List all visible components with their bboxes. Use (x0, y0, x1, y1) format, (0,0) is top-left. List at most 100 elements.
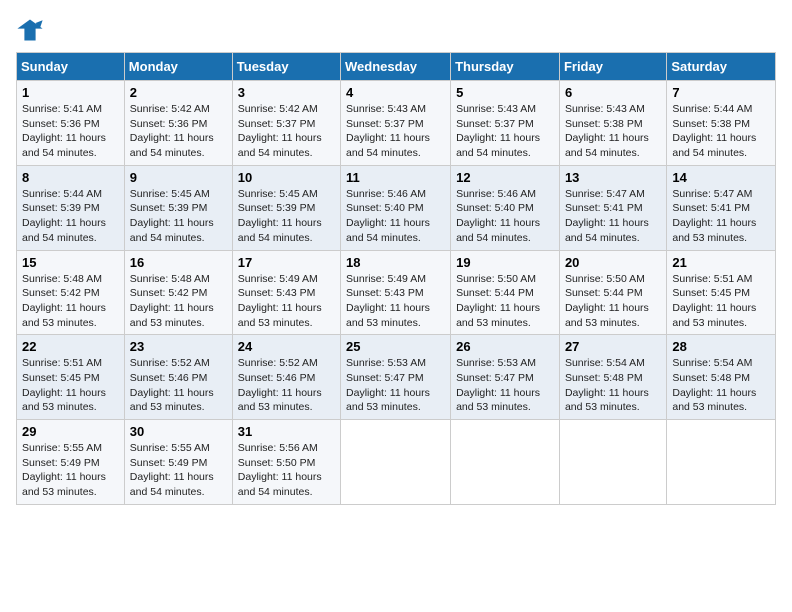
calendar-cell: 4 Sunrise: 5:43 AM Sunset: 5:37 PM Dayli… (341, 81, 451, 166)
day-number: 9 (130, 170, 227, 185)
calendar-cell: 11 Sunrise: 5:46 AM Sunset: 5:40 PM Dayl… (341, 165, 451, 250)
day-number: 4 (346, 85, 445, 100)
calendar-cell: 5 Sunrise: 5:43 AM Sunset: 5:37 PM Dayli… (451, 81, 560, 166)
calendar-cell: 1 Sunrise: 5:41 AM Sunset: 5:36 PM Dayli… (17, 81, 125, 166)
day-number: 26 (456, 339, 554, 354)
day-number: 5 (456, 85, 554, 100)
day-info: Sunrise: 5:53 AM Sunset: 5:47 PM Dayligh… (456, 356, 554, 415)
day-number: 21 (672, 255, 770, 270)
calendar-cell: 24 Sunrise: 5:52 AM Sunset: 5:46 PM Dayl… (232, 335, 340, 420)
calendar-cell: 12 Sunrise: 5:46 AM Sunset: 5:40 PM Dayl… (451, 165, 560, 250)
calendar-row-week-4: 22 Sunrise: 5:51 AM Sunset: 5:45 PM Dayl… (17, 335, 776, 420)
day-number: 8 (22, 170, 119, 185)
calendar-cell: 14 Sunrise: 5:47 AM Sunset: 5:41 PM Dayl… (667, 165, 776, 250)
day-number: 10 (238, 170, 335, 185)
calendar-cell: 10 Sunrise: 5:45 AM Sunset: 5:39 PM Dayl… (232, 165, 340, 250)
day-info: Sunrise: 5:41 AM Sunset: 5:36 PM Dayligh… (22, 102, 119, 161)
calendar-cell: 26 Sunrise: 5:53 AM Sunset: 5:47 PM Dayl… (451, 335, 560, 420)
day-number: 28 (672, 339, 770, 354)
calendar-cell: 16 Sunrise: 5:48 AM Sunset: 5:42 PM Dayl… (124, 250, 232, 335)
calendar-row-week-2: 8 Sunrise: 5:44 AM Sunset: 5:39 PM Dayli… (17, 165, 776, 250)
calendar-cell: 6 Sunrise: 5:43 AM Sunset: 5:38 PM Dayli… (559, 81, 666, 166)
header-friday: Friday (559, 53, 666, 81)
day-info: Sunrise: 5:44 AM Sunset: 5:39 PM Dayligh… (22, 187, 119, 246)
day-number: 30 (130, 424, 227, 439)
day-number: 13 (565, 170, 661, 185)
day-number: 18 (346, 255, 445, 270)
calendar-cell: 17 Sunrise: 5:49 AM Sunset: 5:43 PM Dayl… (232, 250, 340, 335)
day-info: Sunrise: 5:52 AM Sunset: 5:46 PM Dayligh… (238, 356, 335, 415)
day-number: 31 (238, 424, 335, 439)
day-number: 7 (672, 85, 770, 100)
day-info: Sunrise: 5:43 AM Sunset: 5:38 PM Dayligh… (565, 102, 661, 161)
calendar-cell (341, 420, 451, 505)
calendar-cell: 8 Sunrise: 5:44 AM Sunset: 5:39 PM Dayli… (17, 165, 125, 250)
day-info: Sunrise: 5:42 AM Sunset: 5:36 PM Dayligh… (130, 102, 227, 161)
day-number: 3 (238, 85, 335, 100)
day-info: Sunrise: 5:47 AM Sunset: 5:41 PM Dayligh… (565, 187, 661, 246)
day-info: Sunrise: 5:47 AM Sunset: 5:41 PM Dayligh… (672, 187, 770, 246)
day-info: Sunrise: 5:48 AM Sunset: 5:42 PM Dayligh… (130, 272, 227, 331)
logo-bird-icon (16, 16, 44, 44)
day-number: 6 (565, 85, 661, 100)
day-number: 16 (130, 255, 227, 270)
calendar-cell: 20 Sunrise: 5:50 AM Sunset: 5:44 PM Dayl… (559, 250, 666, 335)
day-info: Sunrise: 5:44 AM Sunset: 5:38 PM Dayligh… (672, 102, 770, 161)
calendar-cell: 23 Sunrise: 5:52 AM Sunset: 5:46 PM Dayl… (124, 335, 232, 420)
calendar-cell: 15 Sunrise: 5:48 AM Sunset: 5:42 PM Dayl… (17, 250, 125, 335)
day-info: Sunrise: 5:49 AM Sunset: 5:43 PM Dayligh… (346, 272, 445, 331)
calendar-cell: 18 Sunrise: 5:49 AM Sunset: 5:43 PM Dayl… (341, 250, 451, 335)
calendar-cell: 21 Sunrise: 5:51 AM Sunset: 5:45 PM Dayl… (667, 250, 776, 335)
day-info: Sunrise: 5:51 AM Sunset: 5:45 PM Dayligh… (22, 356, 119, 415)
calendar-cell: 3 Sunrise: 5:42 AM Sunset: 5:37 PM Dayli… (232, 81, 340, 166)
day-info: Sunrise: 5:42 AM Sunset: 5:37 PM Dayligh… (238, 102, 335, 161)
day-number: 17 (238, 255, 335, 270)
calendar-cell: 13 Sunrise: 5:47 AM Sunset: 5:41 PM Dayl… (559, 165, 666, 250)
calendar-cell (559, 420, 666, 505)
day-number: 29 (22, 424, 119, 439)
header-sunday: Sunday (17, 53, 125, 81)
header-monday: Monday (124, 53, 232, 81)
day-info: Sunrise: 5:52 AM Sunset: 5:46 PM Dayligh… (130, 356, 227, 415)
day-number: 22 (22, 339, 119, 354)
day-number: 19 (456, 255, 554, 270)
day-info: Sunrise: 5:54 AM Sunset: 5:48 PM Dayligh… (672, 356, 770, 415)
calendar-cell: 28 Sunrise: 5:54 AM Sunset: 5:48 PM Dayl… (667, 335, 776, 420)
logo (16, 16, 48, 44)
day-info: Sunrise: 5:53 AM Sunset: 5:47 PM Dayligh… (346, 356, 445, 415)
day-info: Sunrise: 5:55 AM Sunset: 5:49 PM Dayligh… (22, 441, 119, 500)
day-info: Sunrise: 5:46 AM Sunset: 5:40 PM Dayligh… (456, 187, 554, 246)
calendar-row-week-5: 29 Sunrise: 5:55 AM Sunset: 5:49 PM Dayl… (17, 420, 776, 505)
day-number: 23 (130, 339, 227, 354)
day-number: 27 (565, 339, 661, 354)
day-info: Sunrise: 5:54 AM Sunset: 5:48 PM Dayligh… (565, 356, 661, 415)
calendar-cell: 29 Sunrise: 5:55 AM Sunset: 5:49 PM Dayl… (17, 420, 125, 505)
header-thursday: Thursday (451, 53, 560, 81)
day-number: 25 (346, 339, 445, 354)
calendar-row-week-1: 1 Sunrise: 5:41 AM Sunset: 5:36 PM Dayli… (17, 81, 776, 166)
day-info: Sunrise: 5:51 AM Sunset: 5:45 PM Dayligh… (672, 272, 770, 331)
day-info: Sunrise: 5:46 AM Sunset: 5:40 PM Dayligh… (346, 187, 445, 246)
calendar-table: SundayMondayTuesdayWednesdayThursdayFrid… (16, 52, 776, 505)
calendar-row-week-3: 15 Sunrise: 5:48 AM Sunset: 5:42 PM Dayl… (17, 250, 776, 335)
calendar-cell: 22 Sunrise: 5:51 AM Sunset: 5:45 PM Dayl… (17, 335, 125, 420)
day-info: Sunrise: 5:50 AM Sunset: 5:44 PM Dayligh… (565, 272, 661, 331)
day-info: Sunrise: 5:45 AM Sunset: 5:39 PM Dayligh… (238, 187, 335, 246)
day-info: Sunrise: 5:43 AM Sunset: 5:37 PM Dayligh… (346, 102, 445, 161)
header-wednesday: Wednesday (341, 53, 451, 81)
calendar-cell: 19 Sunrise: 5:50 AM Sunset: 5:44 PM Dayl… (451, 250, 560, 335)
day-number: 11 (346, 170, 445, 185)
header-saturday: Saturday (667, 53, 776, 81)
page-header (16, 16, 776, 44)
day-info: Sunrise: 5:48 AM Sunset: 5:42 PM Dayligh… (22, 272, 119, 331)
calendar-header-row: SundayMondayTuesdayWednesdayThursdayFrid… (17, 53, 776, 81)
calendar-cell: 9 Sunrise: 5:45 AM Sunset: 5:39 PM Dayli… (124, 165, 232, 250)
day-info: Sunrise: 5:50 AM Sunset: 5:44 PM Dayligh… (456, 272, 554, 331)
day-info: Sunrise: 5:43 AM Sunset: 5:37 PM Dayligh… (456, 102, 554, 161)
day-number: 15 (22, 255, 119, 270)
day-info: Sunrise: 5:45 AM Sunset: 5:39 PM Dayligh… (130, 187, 227, 246)
day-number: 14 (672, 170, 770, 185)
day-info: Sunrise: 5:56 AM Sunset: 5:50 PM Dayligh… (238, 441, 335, 500)
day-info: Sunrise: 5:55 AM Sunset: 5:49 PM Dayligh… (130, 441, 227, 500)
day-number: 2 (130, 85, 227, 100)
